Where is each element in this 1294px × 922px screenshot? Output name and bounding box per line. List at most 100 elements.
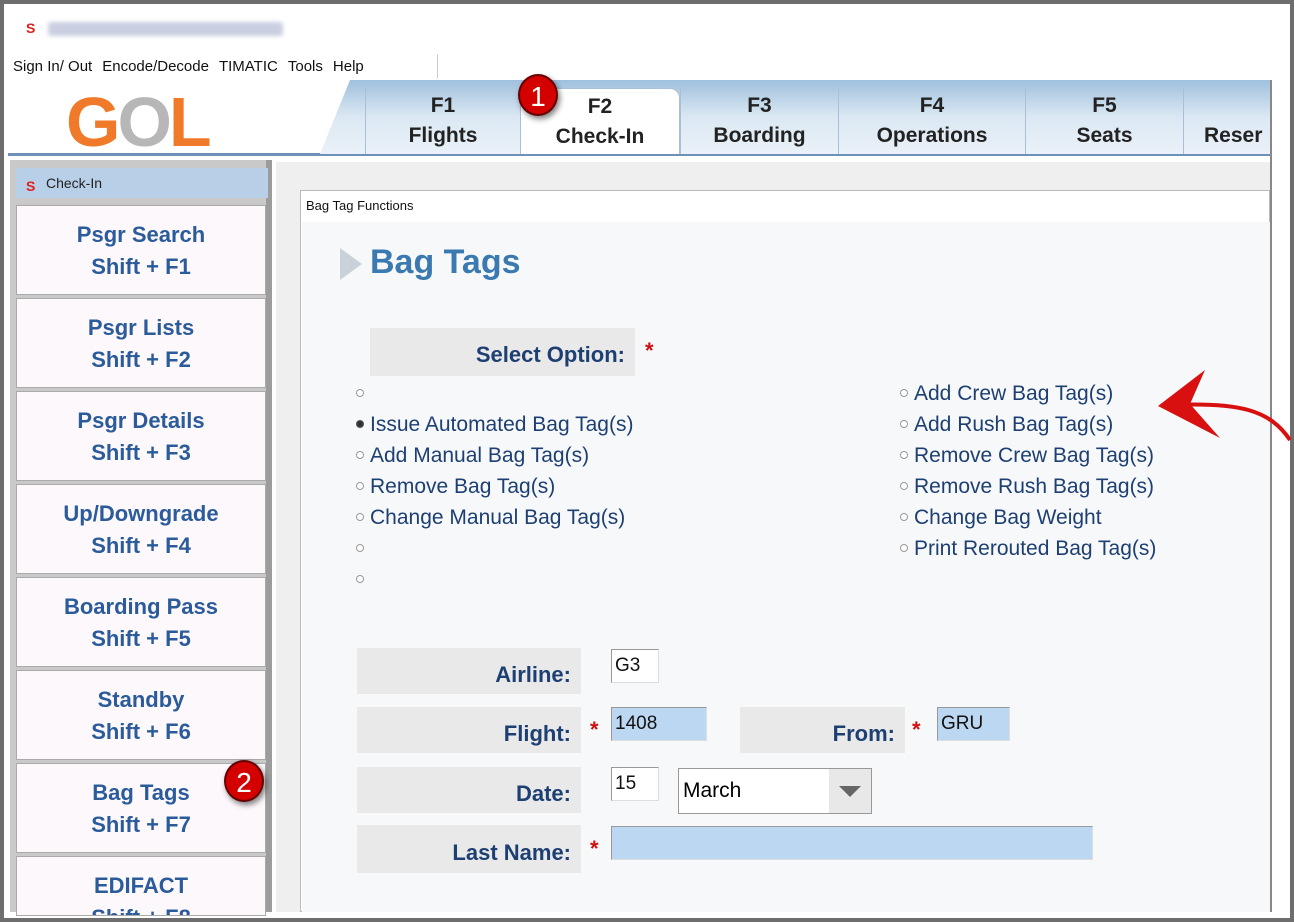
- sidebar-item-shortcut: Shift + F8: [17, 902, 265, 915]
- last-name-input[interactable]: [611, 826, 1093, 860]
- sidebar-item-label: Psgr Search: [76, 222, 206, 247]
- sidebar-item-label: Standby: [97, 687, 185, 712]
- from-label: From:: [740, 707, 905, 753]
- option-label: Change Bag Weight: [914, 506, 1102, 529]
- panel-title: Bag Tag Functions: [306, 198, 414, 213]
- step-badge-2: 2: [224, 760, 264, 802]
- radio-icon[interactable]: [356, 544, 364, 552]
- menu-bar: Sign In/ Out Encode/Decode TIMATIC Tools…: [8, 54, 438, 78]
- required-marker: *: [590, 717, 599, 742]
- tab-key: F5: [1092, 94, 1117, 117]
- menu-help[interactable]: Help: [333, 58, 364, 75]
- radio-icon[interactable]: [900, 513, 908, 521]
- radio-icon[interactable]: [356, 575, 364, 583]
- tab-flights[interactable]: F1 Flights: [365, 88, 520, 154]
- menu-tools[interactable]: Tools: [288, 58, 323, 75]
- option-radio[interactable]: [356, 568, 370, 592]
- sidebar-item-shortcut: Shift + F1: [91, 254, 191, 279]
- sidebar-item-label: Psgr Lists: [87, 315, 195, 340]
- airline-label: Airline:: [357, 648, 581, 694]
- tab-key: F6: [1204, 91, 1270, 121]
- app-icon: S: [26, 20, 36, 36]
- airline-input[interactable]: [611, 649, 659, 683]
- tab-key: F3: [747, 94, 772, 117]
- tab-label: Boarding: [713, 124, 806, 147]
- option-radio[interactable]: Change Manual Bag Tag(s): [356, 506, 625, 530]
- sidebar-header: S Check-In: [16, 168, 268, 198]
- sidebar-header-label: Check-In: [46, 175, 103, 191]
- sidebar-item-label: EDIFACT: [93, 873, 189, 898]
- tab-key: F1: [430, 94, 456, 117]
- radio-icon[interactable]: [900, 482, 908, 490]
- from-input[interactable]: [937, 707, 1010, 741]
- chevron-down-icon[interactable]: [829, 769, 871, 813]
- option-label: Add Manual Bag Tag(s): [370, 444, 590, 467]
- sidebar-item-psgr-search[interactable]: Psgr Search Shift + F1: [16, 205, 266, 295]
- sidebar-item-label: Psgr Details: [77, 408, 205, 433]
- sidebar-item-shortcut: Shift + F5: [91, 626, 191, 651]
- tab-label: Flights: [408, 124, 478, 147]
- month-value: March: [683, 779, 742, 802]
- option-radio[interactable]: Add Rush Bag Tag(s): [900, 413, 1113, 437]
- menu-timatic[interactable]: TIMATIC: [219, 58, 278, 75]
- option-label: Add Rush Bag Tag(s): [914, 413, 1114, 436]
- tab-operations[interactable]: F4 Operations: [838, 88, 1025, 154]
- gol-logo: GOL: [66, 83, 212, 161]
- tab-seats[interactable]: F5 Seats: [1025, 88, 1183, 154]
- radio-icon[interactable]: [900, 420, 908, 428]
- option-radio[interactable]: Issue Automated Bag Tag(s): [356, 413, 633, 437]
- select-option-label: Select Option:: [370, 328, 635, 376]
- option-label: Add Crew Bag Tag(s): [914, 382, 1114, 405]
- flight-label: Flight:: [357, 707, 581, 753]
- sidebar-item-boarding-pass[interactable]: Boarding Pass Shift + F5: [16, 577, 266, 667]
- radio-icon[interactable]: [356, 451, 364, 459]
- radio-icon[interactable]: [900, 389, 908, 397]
- menu-sign-in-out[interactable]: Sign In/ Out: [13, 58, 92, 75]
- radio-icon[interactable]: [356, 482, 364, 490]
- red-arrow-annotation: [1158, 370, 1292, 442]
- option-radio[interactable]: Print Rerouted Bag Tag(s): [900, 537, 1156, 561]
- menu-encode-decode[interactable]: Encode/Decode: [102, 58, 209, 75]
- radio-icon[interactable]: [900, 451, 908, 459]
- option-label: Change Manual Bag Tag(s): [370, 506, 626, 529]
- tab-label: Reser: [1204, 124, 1263, 147]
- window-title-blurred: [48, 22, 283, 36]
- option-radio[interactable]: Add Crew Bag Tag(s): [900, 382, 1113, 406]
- option-radio[interactable]: Remove Crew Bag Tag(s): [900, 444, 1154, 468]
- tab-label: Seats: [1076, 124, 1133, 147]
- tab-label: Operations: [876, 124, 988, 147]
- page-title: Bag Tags: [370, 243, 521, 281]
- flight-input[interactable]: [611, 707, 707, 741]
- radio-icon[interactable]: [356, 513, 364, 521]
- step-badge-1: 1: [518, 74, 558, 116]
- option-radio[interactable]: Add Manual Bag Tag(s): [356, 444, 589, 468]
- sidebar-item-shortcut: Shift + F3: [91, 440, 191, 465]
- option-radio[interactable]: Remove Bag Tag(s): [356, 475, 555, 499]
- sidebar-item-label: Up/Downgrade: [63, 501, 219, 526]
- month-select[interactable]: March: [678, 768, 872, 814]
- tab-reservations[interactable]: F6 Reser: [1183, 88, 1270, 154]
- sidebar-item-psgr-lists[interactable]: Psgr Lists Shift + F2: [16, 298, 266, 388]
- option-radio[interactable]: [356, 537, 370, 561]
- required-marker: *: [590, 836, 599, 861]
- last-name-label: Last Name:: [357, 825, 581, 873]
- sidebar-item-shortcut: Shift + F7: [91, 812, 191, 837]
- sidebar-item-shortcut: Shift + F4: [91, 533, 191, 558]
- sidebar-item-psgr-details[interactable]: Psgr Details Shift + F3: [16, 391, 266, 481]
- radio-icon[interactable]: [356, 420, 364, 428]
- radio-icon[interactable]: [356, 389, 364, 397]
- sidebar-item-edifact[interactable]: EDIFACT Shift + F8: [16, 856, 266, 916]
- option-radio[interactable]: [356, 382, 370, 406]
- heading-arrow-icon: [340, 248, 362, 280]
- sidebar-item-up-downgrade[interactable]: Up/Downgrade Shift + F4: [16, 484, 266, 574]
- sidebar-item-standby[interactable]: Standby Shift + F6: [16, 670, 266, 760]
- tab-boarding[interactable]: F3 Boarding: [680, 88, 838, 154]
- sidebar-item-shortcut: Shift + F6: [91, 719, 191, 744]
- option-label: Issue Automated Bag Tag(s): [370, 413, 634, 436]
- option-label: Remove Rush Bag Tag(s): [914, 475, 1155, 498]
- option-radio[interactable]: Remove Rush Bag Tag(s): [900, 475, 1154, 499]
- day-input[interactable]: [611, 767, 659, 801]
- radio-icon[interactable]: [900, 544, 908, 552]
- option-label: Remove Crew Bag Tag(s): [914, 444, 1155, 467]
- option-radio[interactable]: Change Bag Weight: [900, 506, 1102, 530]
